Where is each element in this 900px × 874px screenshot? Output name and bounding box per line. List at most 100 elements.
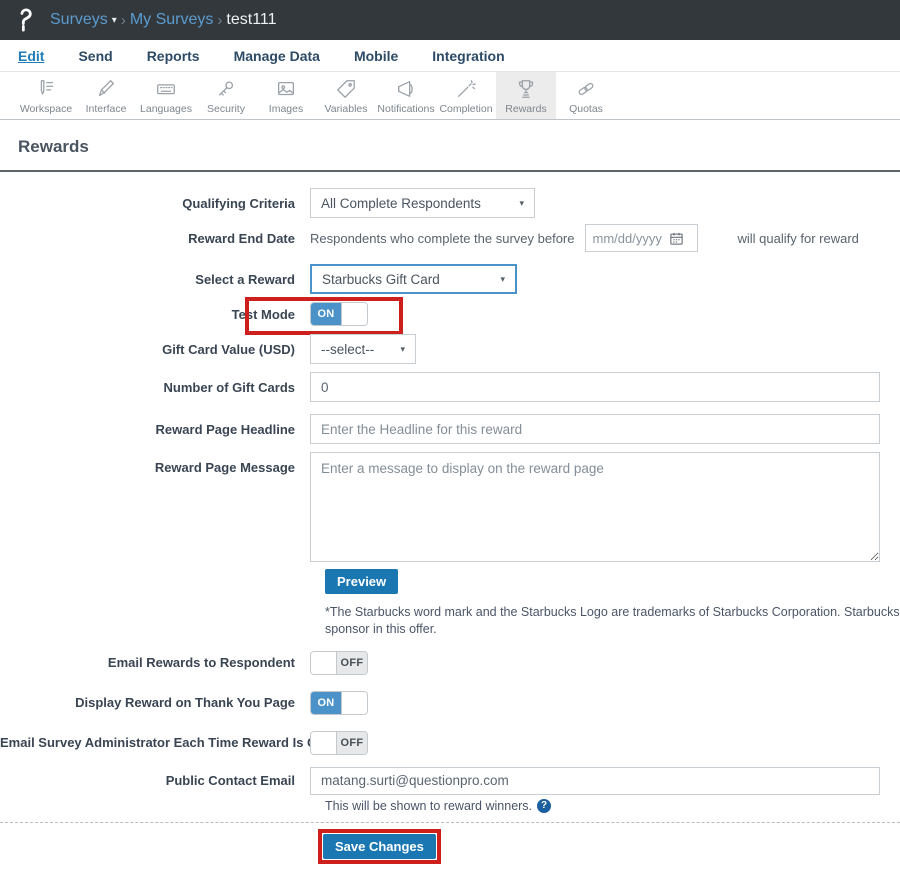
variables-icon — [335, 76, 357, 102]
tab-reports[interactable]: Reports — [147, 48, 200, 64]
toggle-knob — [341, 303, 367, 325]
rewards-form: Qualifying Criteria All Complete Respond… — [0, 172, 900, 864]
gift-card-value-label: Gift Card Value (USD) — [162, 341, 295, 357]
reward-end-date-label: Reward End Date — [188, 230, 295, 246]
reward-page-message-textarea[interactable] — [310, 452, 880, 562]
tab-edit[interactable]: Edit — [18, 48, 44, 64]
toolbar-item-quotas[interactable]: Quotas — [556, 72, 616, 119]
tab-send[interactable]: Send — [78, 48, 112, 64]
form-row-test-mode: Test Mode ON — [0, 297, 900, 335]
email-admin-toggle[interactable]: OFF — [310, 730, 368, 755]
caret-down-icon: ▾ — [500, 273, 505, 284]
toolbar-item-label: Rewards — [505, 103, 547, 115]
helper-text: This will be shown to reward winners. — [325, 798, 533, 813]
toolbar-item-security[interactable]: Security — [196, 72, 256, 119]
form-row-reward-page-headline: Reward Page Headline — [0, 414, 900, 444]
security-icon — [215, 76, 237, 102]
select-reward-select[interactable]: Starbucks Gift Card ▾ — [310, 264, 517, 294]
gift-card-value-value: --select-- — [321, 341, 375, 357]
select-reward-value: Starbucks Gift Card — [322, 271, 440, 287]
toolbar-item-label: Completion — [439, 103, 493, 115]
help-icon[interactable]: ? — [537, 798, 552, 813]
preview-button[interactable]: Preview — [325, 569, 399, 594]
form-row-gift-card-value: Gift Card Value (USD) --select-- ▾ — [0, 334, 900, 364]
completion-icon — [455, 76, 477, 102]
breadcrumb-my-surveys[interactable]: My Surveys — [130, 11, 214, 29]
form-row-reward-end-date: Reward End Date Respondents who complete… — [0, 224, 900, 252]
tab-manage-data[interactable]: Manage Data — [234, 48, 320, 64]
toolbar-item-images[interactable]: Images — [256, 72, 316, 119]
rewards-icon — [515, 76, 537, 102]
questionpro-logo[interactable] — [14, 7, 40, 33]
public-contact-email-label: Public Contact Email — [165, 773, 295, 789]
starbucks-disclaimer-text: *The Starbucks word mark and the Starbuc… — [325, 605, 900, 636]
tab-integration[interactable]: Integration — [432, 48, 504, 64]
display-reward-label: Display Reward on Thank You Page — [75, 695, 295, 711]
toolbar-item-label: Security — [207, 103, 245, 115]
survey-nav-tabs: Edit Send Reports Manage Data Mobile Int… — [0, 40, 900, 72]
toolbar-item-label: Interface — [85, 103, 127, 115]
caret-down-icon: ▾ — [519, 197, 524, 208]
email-admin-toggle-state: OFF — [337, 731, 367, 754]
breadcrumb: Surveys ▾ › My Surveys › test111 — [50, 11, 277, 29]
gift-card-value-select[interactable]: --select-- ▾ — [310, 334, 416, 364]
public-contact-email-input[interactable] — [310, 766, 880, 795]
form-row-qualifying-criteria: Qualifying Criteria All Complete Respond… — [0, 188, 900, 218]
reward-page-headline-input[interactable] — [310, 414, 880, 444]
toolbar-item-languages[interactable]: Languages — [136, 72, 196, 119]
toolbar-item-rewards[interactable]: Rewards — [496, 72, 556, 119]
qualifying-criteria-label: Qualifying Criteria — [182, 195, 295, 211]
breadcrumb-survey-name: test111 — [226, 11, 277, 28]
reward-page-headline-label: Reward Page Headline — [155, 421, 295, 437]
save-area-divider — [0, 821, 900, 823]
preview-row: Preview — [325, 569, 900, 594]
test-mode-toggle[interactable]: ON — [310, 302, 368, 326]
reward-page-message-label: Reward Page Message — [154, 460, 295, 475]
email-rewards-toggle[interactable]: OFF — [310, 650, 368, 675]
number-of-gift-cards-input[interactable] — [310, 372, 880, 402]
images-icon — [275, 76, 297, 102]
breadcrumb-surveys[interactable]: Surveys — [50, 11, 108, 29]
toolbar-item-label: Notifications — [377, 103, 435, 115]
languages-icon — [155, 76, 177, 102]
breadcrumb-separator-icon: › — [120, 11, 126, 29]
notifications-icon — [395, 76, 417, 102]
questionpro-logo-icon — [20, 8, 32, 32]
email-admin-label: Email Survey Administrator Each Time Rew… — [0, 735, 344, 751]
toolbar-item-interface[interactable]: Interface — [76, 72, 136, 119]
page-title: Rewards — [18, 137, 89, 156]
qualifying-criteria-value: All Complete Respondents — [321, 195, 481, 211]
quotas-icon — [575, 76, 597, 102]
toolbar-item-label: Languages — [140, 103, 192, 115]
save-row: Save Changes — [318, 828, 900, 864]
display-reward-toggle-state: ON — [311, 691, 341, 714]
toolbar-item-completion[interactable]: Completion — [436, 72, 496, 119]
reward-end-date-input[interactable] — [592, 230, 665, 246]
test-mode-toggle-state: ON — [311, 303, 341, 325]
toolbar-item-label: Variables — [324, 103, 368, 115]
number-of-gift-cards-label: Number of Gift Cards — [163, 379, 295, 395]
form-row-display-reward: Display Reward on Thank You Page ON — [0, 690, 900, 715]
email-rewards-toggle-state: OFF — [337, 651, 367, 674]
email-rewards-label: Email Rewards to Respondent — [107, 655, 295, 671]
breadcrumb-separator-icon: › — [217, 11, 223, 29]
toolbar-item-workspace[interactable]: Workspace — [16, 72, 76, 119]
display-reward-toggle[interactable]: ON — [310, 690, 368, 715]
reward-end-date-prefix-text: Respondents who complete the survey befo… — [310, 230, 575, 246]
save-changes-button[interactable]: Save Changes — [323, 833, 436, 859]
tab-mobile[interactable]: Mobile — [354, 48, 398, 64]
interface-icon — [95, 76, 117, 102]
form-row-reward-page-message: Reward Page Message — [0, 452, 900, 562]
reward-end-date-field — [584, 224, 698, 252]
toolbar-item-variables[interactable]: Variables — [316, 72, 376, 119]
workspace-icon — [35, 76, 57, 102]
toolbar-item-label: Workspace — [19, 103, 73, 115]
select-reward-label: Select a Reward — [195, 271, 295, 287]
toolbar-item-label: Images — [268, 103, 304, 115]
calendar-icon[interactable] — [669, 231, 684, 246]
form-row-number-of-gift-cards: Number of Gift Cards — [0, 372, 900, 402]
qualifying-criteria-select[interactable]: All Complete Respondents ▾ — [310, 188, 535, 218]
public-contact-email-helper: This will be shown to reward winners. ? — [325, 798, 900, 813]
toolbar-item-notifications[interactable]: Notifications — [376, 72, 436, 119]
form-row-public-contact-email: Public Contact Email — [0, 766, 900, 795]
